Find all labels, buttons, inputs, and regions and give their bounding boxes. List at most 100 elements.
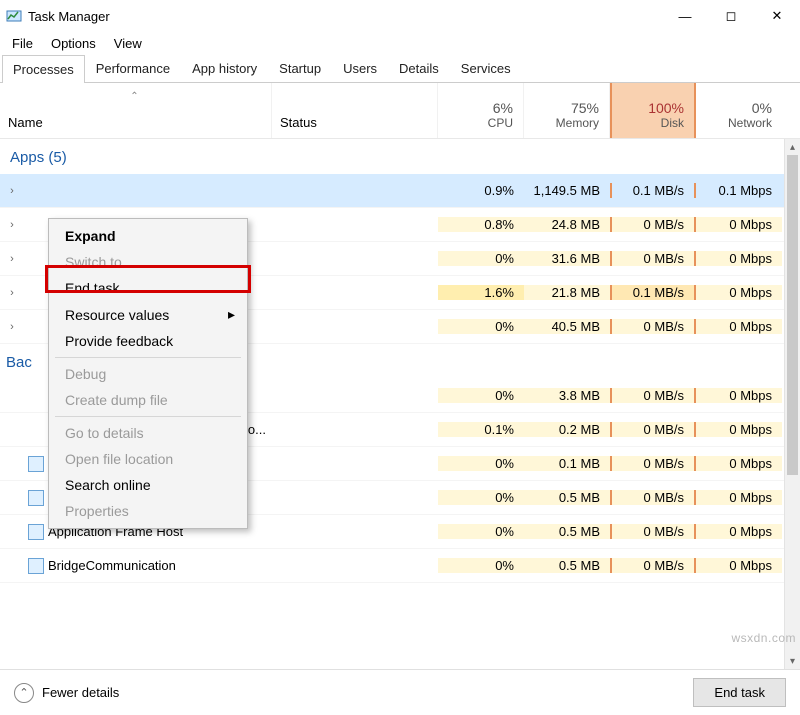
minimize-button[interactable]: — bbox=[662, 0, 708, 32]
context-resource-values-label: Resource values bbox=[65, 307, 169, 323]
cell-cpu: 0% bbox=[438, 490, 524, 505]
chevron-right-icon[interactable]: › bbox=[6, 185, 18, 197]
sort-chevron-icon: ⌃ bbox=[8, 91, 261, 101]
process-icon bbox=[28, 558, 44, 574]
menu-file[interactable]: File bbox=[4, 34, 41, 53]
chevron-right-icon[interactable]: › bbox=[6, 253, 18, 265]
cell-memory: 0.5 MB bbox=[524, 524, 610, 539]
cell-memory: 0.1 MB bbox=[524, 456, 610, 471]
cell-network: 0 Mbps bbox=[696, 456, 782, 471]
context-provide-feedback[interactable]: Provide feedback bbox=[51, 328, 245, 354]
cell-memory: 0.5 MB bbox=[524, 490, 610, 505]
header-memory-label: Memory bbox=[556, 116, 599, 130]
context-create-dump: Create dump file bbox=[51, 387, 245, 413]
menu-options[interactable]: Options bbox=[43, 34, 104, 53]
menu-bar: File Options View bbox=[0, 32, 800, 54]
header-cpu[interactable]: 6% CPU bbox=[438, 83, 524, 138]
cell-network: 0 Mbps bbox=[696, 217, 782, 232]
cell-disk: 0 MB/s bbox=[610, 524, 696, 539]
cell-cpu: 1.6% bbox=[438, 285, 524, 300]
close-button[interactable]: ✕ bbox=[754, 0, 800, 32]
context-open-file-location: Open file location bbox=[51, 446, 245, 472]
context-go-to-details: Go to details bbox=[51, 420, 245, 446]
cell-network: 0 Mbps bbox=[696, 490, 782, 505]
header-disk-label: Disk bbox=[661, 116, 684, 130]
cell-network: 0 Mbps bbox=[696, 285, 782, 300]
cell-disk: 0 MB/s bbox=[610, 319, 696, 334]
chevron-up-icon: ⌃ bbox=[14, 683, 34, 703]
header-disk[interactable]: 100% Disk bbox=[610, 83, 696, 138]
context-resource-values[interactable]: Resource values ▸ bbox=[51, 301, 245, 328]
app-icon bbox=[6, 8, 22, 24]
end-task-button[interactable]: End task bbox=[693, 678, 786, 707]
submenu-arrow-icon: ▸ bbox=[228, 306, 235, 323]
column-headers: ⌃ Name Status 6% CPU 75% Memory 100% Dis… bbox=[0, 83, 800, 139]
table-row[interactable]: BridgeCommunication 0% 0.5 MB 0 MB/s 0 M… bbox=[0, 549, 784, 583]
cell-cpu: 0% bbox=[438, 558, 524, 573]
cell-cpu: 0% bbox=[438, 251, 524, 266]
tab-app-history[interactable]: App history bbox=[181, 54, 268, 82]
chevron-right-icon[interactable]: › bbox=[6, 287, 18, 299]
cell-memory: 0.5 MB bbox=[524, 558, 610, 573]
tab-services[interactable]: Services bbox=[450, 54, 522, 82]
maximize-button[interactable]: ◻ bbox=[708, 0, 754, 32]
menu-view[interactable]: View bbox=[106, 34, 150, 53]
header-status-label: Status bbox=[280, 115, 427, 130]
process-name: BridgeCommunication bbox=[48, 558, 176, 573]
header-name-label: Name bbox=[8, 115, 43, 130]
scroll-down-icon[interactable]: ▾ bbox=[785, 653, 800, 669]
header-status[interactable]: Status bbox=[272, 83, 438, 138]
context-search-online[interactable]: Search online bbox=[51, 472, 245, 498]
tab-startup[interactable]: Startup bbox=[268, 54, 332, 82]
context-expand[interactable]: Expand bbox=[51, 223, 245, 249]
cell-memory: 21.8 MB bbox=[524, 285, 610, 300]
cell-network: 0 Mbps bbox=[696, 251, 782, 266]
scroll-thumb[interactable] bbox=[787, 155, 798, 475]
process-icon bbox=[28, 456, 44, 472]
context-menu: Expand Switch to End task Resource value… bbox=[48, 218, 248, 529]
cell-cpu: 0% bbox=[438, 388, 524, 403]
cell-disk: 0 MB/s bbox=[610, 388, 696, 403]
tab-processes[interactable]: Processes bbox=[2, 55, 85, 83]
fewer-details-button[interactable]: ⌃ Fewer details bbox=[14, 683, 119, 703]
tab-performance[interactable]: Performance bbox=[85, 54, 181, 82]
menu-separator bbox=[55, 357, 241, 358]
header-network-label: Network bbox=[728, 116, 772, 130]
tab-users[interactable]: Users bbox=[332, 54, 388, 82]
tab-bar: Processes Performance App history Startu… bbox=[0, 54, 800, 83]
cell-cpu: 0% bbox=[438, 524, 524, 539]
context-end-task[interactable]: End task bbox=[51, 275, 245, 301]
cell-disk: 0.1 MB/s bbox=[610, 285, 696, 300]
cell-disk: 0 MB/s bbox=[610, 456, 696, 471]
cell-disk: 0 MB/s bbox=[610, 251, 696, 266]
header-name[interactable]: ⌃ Name bbox=[0, 83, 272, 138]
cell-network: 0.1 Mbps bbox=[696, 183, 782, 198]
chevron-right-icon[interactable]: › bbox=[6, 321, 18, 333]
vertical-scrollbar[interactable]: ▴ ▾ bbox=[784, 139, 800, 669]
window-title: Task Manager bbox=[28, 9, 110, 24]
cell-memory: 0.2 MB bbox=[524, 422, 610, 437]
table-row[interactable]: › 0.9% 1,149.5 MB 0.1 MB/s 0.1 Mbps bbox=[0, 174, 784, 208]
tab-details[interactable]: Details bbox=[388, 54, 450, 82]
cell-network: 0 Mbps bbox=[696, 558, 782, 573]
header-cpu-label: CPU bbox=[488, 116, 513, 130]
cell-network: 0 Mbps bbox=[696, 388, 782, 403]
header-network-pct: 0% bbox=[752, 100, 772, 116]
header-network[interactable]: 0% Network bbox=[696, 83, 782, 138]
cell-cpu: 0% bbox=[438, 319, 524, 334]
chevron-right-icon[interactable]: › bbox=[6, 219, 18, 231]
fewer-details-label: Fewer details bbox=[42, 685, 119, 700]
cell-cpu: 0.1% bbox=[438, 422, 524, 437]
header-memory[interactable]: 75% Memory bbox=[524, 83, 610, 138]
menu-separator bbox=[55, 416, 241, 417]
context-properties: Properties bbox=[51, 498, 245, 524]
cell-memory: 1,149.5 MB bbox=[524, 183, 610, 198]
scroll-up-icon[interactable]: ▴ bbox=[785, 139, 800, 155]
cell-memory: 24.8 MB bbox=[524, 217, 610, 232]
cell-disk: 0 MB/s bbox=[610, 217, 696, 232]
window-controls: — ◻ ✕ bbox=[662, 0, 800, 32]
title-bar: Task Manager — ◻ ✕ bbox=[0, 0, 800, 32]
cell-cpu: 0.8% bbox=[438, 217, 524, 232]
cell-cpu: 0% bbox=[438, 456, 524, 471]
header-cpu-pct: 6% bbox=[493, 100, 513, 116]
